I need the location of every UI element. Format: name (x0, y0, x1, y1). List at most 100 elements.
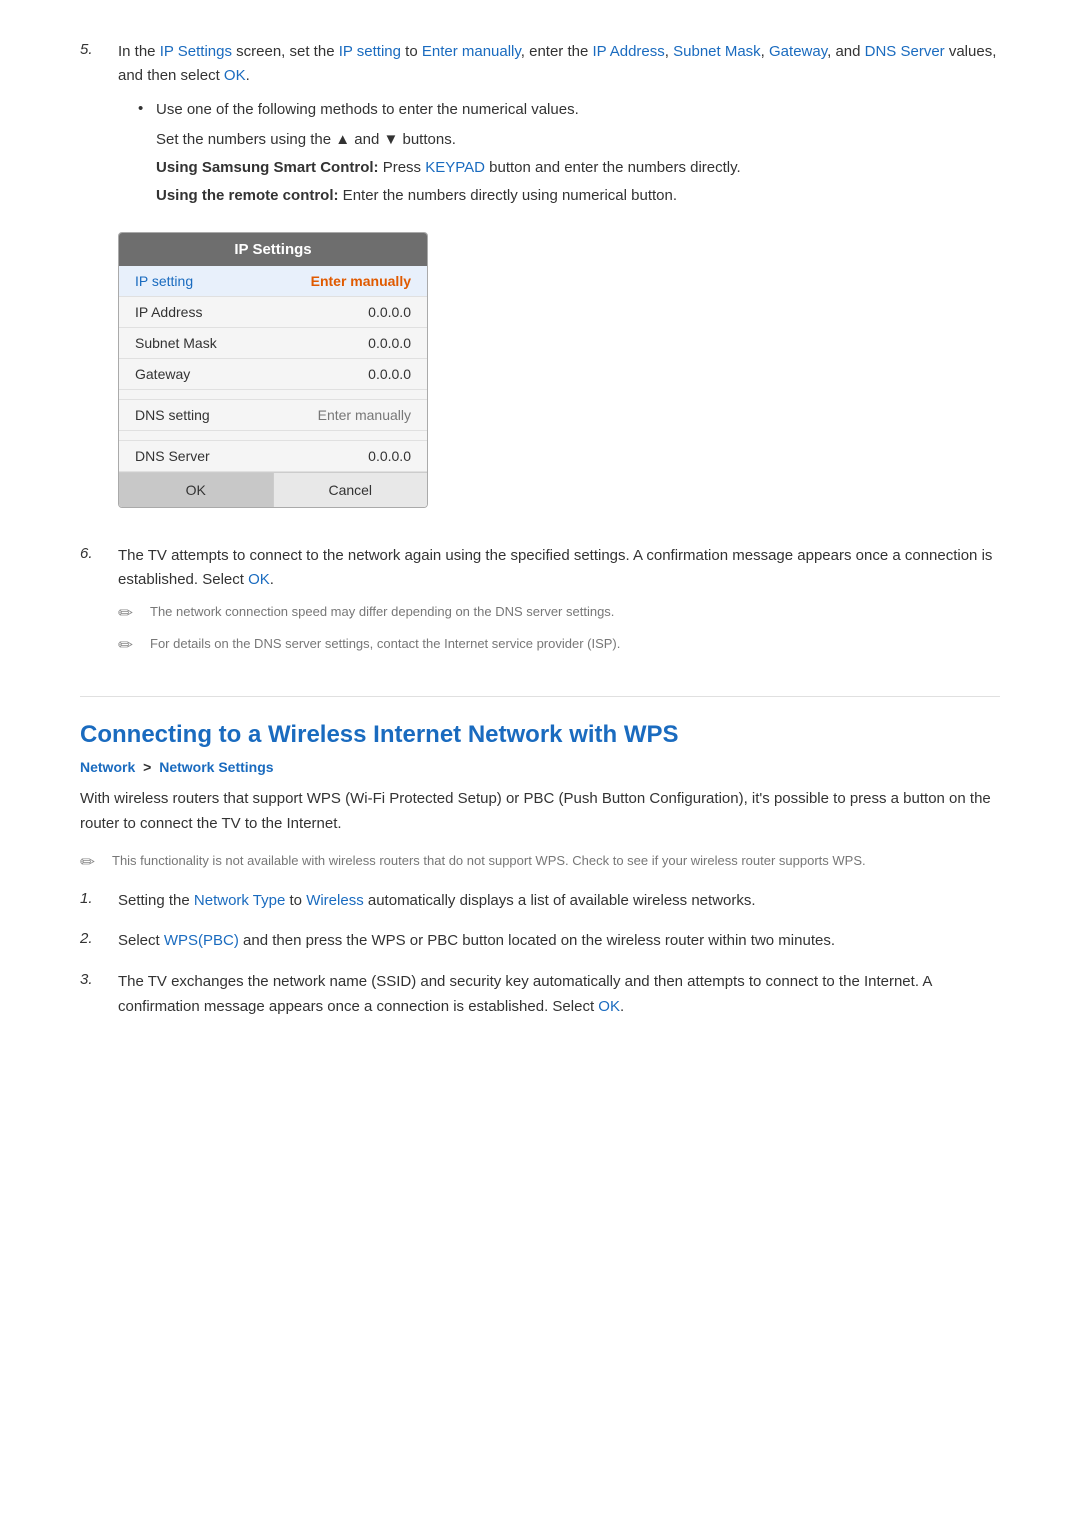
dialog-row-gateway[interactable]: Gateway 0.0.0.0 (119, 359, 427, 390)
step5-text6: , (761, 43, 769, 60)
wps-step-1-content: Setting the Network Type to Wireless aut… (118, 889, 1000, 914)
step5-text9: . (246, 67, 250, 84)
dialog-row-dns-server-label: DNS Server (135, 448, 210, 464)
wps-section: Connecting to a Wireless Internet Networ… (80, 721, 1000, 1020)
step5-subnet-mask-link[interactable]: Subnet Mask (673, 43, 761, 60)
step5-ip-setting-link[interactable]: IP setting (339, 43, 401, 60)
wps-step-2-content: Select WPS(PBC) and then press the WPS o… (118, 929, 1000, 954)
breadcrumb-arrow: > (143, 759, 151, 775)
step5-indent3-rest: Enter the numbers directly using numeric… (339, 187, 678, 204)
wps-step1-wireless-link[interactable]: Wireless (306, 892, 364, 909)
step6-ok-link[interactable]: OK (248, 571, 270, 588)
dialog-cancel-button[interactable]: Cancel (274, 473, 428, 507)
pencil-icon-wps: ✏ (80, 852, 102, 873)
step5-text2: screen, set the (232, 43, 339, 60)
dialog-buttons: OK Cancel (119, 472, 427, 507)
pencil-icon-1: ✏ (118, 603, 140, 624)
step5-enter-manually-link[interactable]: Enter manually (422, 43, 521, 60)
dialog-body: IP setting Enter manually IP Address 0.0… (119, 266, 427, 507)
wps-note-text: This functionality is not available with… (112, 851, 866, 871)
step-5-content: In the IP Settings screen, set the IP se… (118, 40, 1000, 526)
step-6-content: The TV attempts to connect to the networ… (118, 544, 1000, 666)
dialog-row-ip-setting[interactable]: IP setting Enter manually (119, 266, 427, 297)
dialog-row-subnet-mask-label: Subnet Mask (135, 335, 217, 351)
step5-ip-settings-link[interactable]: IP Settings (160, 43, 232, 60)
dialog-row-subnet-mask[interactable]: Subnet Mask 0.0.0.0 (119, 328, 427, 359)
wps-step-3: 3. The TV exchanges the network name (SS… (80, 970, 1000, 1020)
step5-text3: to (401, 43, 422, 60)
dialog-row-ip-address-value: 0.0.0.0 (368, 304, 411, 320)
dialog-row-dns-server[interactable]: DNS Server 0.0.0.0 (119, 441, 427, 472)
wps-step3-ok-link[interactable]: OK (598, 998, 620, 1015)
dialog-row-gateway-label: Gateway (135, 366, 190, 382)
step5-gateway-link[interactable]: Gateway (769, 43, 827, 60)
step5-indent2-end: button and enter the numbers directly. (485, 159, 741, 176)
wps-step-2-num: 2. (80, 929, 118, 954)
breadcrumb: Network > Network Settings (80, 759, 1000, 775)
dialog-row-dns-setting-label: DNS setting (135, 407, 210, 423)
dialog-title: IP Settings (119, 233, 427, 266)
wps-step3-text1: The TV exchanges the network name (SSID)… (118, 973, 932, 1015)
step5-text5: , (665, 43, 673, 60)
wps-step-3-num: 3. (80, 970, 118, 1020)
step5-indent3: Using the remote control: Enter the numb… (156, 184, 1000, 208)
wps-step2-text1: Select (118, 932, 164, 949)
step6-text-end: . (270, 571, 274, 588)
wps-step1-text2: to (285, 892, 306, 909)
dialog-row-dns-server-value: 0.0.0.0 (368, 448, 411, 464)
wps-step-1-num: 1. (80, 889, 118, 914)
wps-step1-text3: automatically displays a list of availab… (364, 892, 756, 909)
dialog-row-gateway-value: 0.0.0.0 (368, 366, 411, 382)
ip-settings-dialog: IP Settings IP setting Enter manually IP… (118, 232, 428, 508)
step5-bullet-block: • Use one of the following methods to en… (138, 98, 1000, 208)
step-6-text: The TV attempts to connect to the networ… (118, 544, 1000, 592)
step5-text7: , and (827, 43, 865, 60)
pencil-icon-2: ✏ (118, 635, 140, 656)
step5-text4: , enter the (521, 43, 593, 60)
dialog-row-subnet-mask-value: 0.0.0.0 (368, 335, 411, 351)
step5-bullet-item: • Use one of the following methods to en… (138, 98, 1000, 122)
wps-step-1: 1. Setting the Network Type to Wireless … (80, 889, 1000, 914)
dialog-row-ip-setting-label: IP setting (135, 273, 193, 289)
step-6-num: 6. (80, 544, 118, 562)
wps-body-paragraph: With wireless routers that support WPS (… (80, 787, 1000, 837)
dialog-ok-button[interactable]: OK (119, 473, 274, 507)
step5-bullet-text: Use one of the following methods to ente… (156, 98, 579, 122)
step5-indent-block: Set the numbers using the ▲ and ▼ button… (156, 128, 1000, 208)
breadcrumb-part1[interactable]: Network (80, 759, 135, 775)
wps-step-3-content: The TV exchanges the network name (SSID)… (118, 970, 1000, 1020)
step-5-num: 5. (80, 40, 118, 58)
step5-keypad-link[interactable]: KEYPAD (425, 159, 485, 176)
step-5-block: 5. In the IP Settings screen, set the IP… (80, 40, 1000, 526)
step-5-text: In the IP Settings screen, set the IP se… (118, 40, 1000, 88)
step5-ip-address-link[interactable]: IP Address (593, 43, 665, 60)
bullet-dot: • (138, 100, 156, 117)
wps-step-2: 2. Select WPS(PBC) and then press the WP… (80, 929, 1000, 954)
step5-indent2: Using Samsung Smart Control: Press KEYPA… (156, 156, 1000, 180)
note-2: ✏ For details on the DNS server settings… (118, 634, 1000, 656)
step5-indent1: Set the numbers using the ▲ and ▼ button… (156, 128, 1000, 152)
dialog-row-ip-address[interactable]: IP Address 0.0.0.0 (119, 297, 427, 328)
note-1-text: The network connection speed may differ … (150, 602, 614, 622)
wps-step1-text1: Setting the (118, 892, 194, 909)
wps-step2-wps-link[interactable]: WPS(PBC) (164, 932, 239, 949)
wps-step1-network-type-link[interactable]: Network Type (194, 892, 285, 909)
note-2-text: For details on the DNS server settings, … (150, 634, 620, 654)
step5-dns-server-link[interactable]: DNS Server (865, 43, 945, 60)
step5-remote-label: Using the remote control: (156, 187, 339, 204)
step5-indent2-rest: Press (379, 159, 426, 176)
section-divider (80, 696, 1000, 697)
breadcrumb-part2[interactable]: Network Settings (159, 759, 273, 775)
dialog-row-dns-setting[interactable]: DNS setting Enter manually (119, 400, 427, 431)
step5-ok-link[interactable]: OK (224, 67, 246, 84)
step5-samsung-label: Using Samsung Smart Control: (156, 159, 379, 176)
dialog-row-ip-setting-value: Enter manually (311, 273, 411, 289)
wps-step2-text2: and then press the WPS or PBC button loc… (239, 932, 835, 949)
dialog-separator (119, 390, 427, 400)
wps-step3-text2: . (620, 998, 624, 1015)
dialog-separator-2 (119, 431, 427, 441)
step-6-block: 6. The TV attempts to connect to the net… (80, 544, 1000, 666)
dialog-row-ip-address-label: IP Address (135, 304, 202, 320)
wps-section-heading: Connecting to a Wireless Internet Networ… (80, 721, 1000, 749)
dialog-row-dns-setting-value: Enter manually (318, 407, 411, 423)
